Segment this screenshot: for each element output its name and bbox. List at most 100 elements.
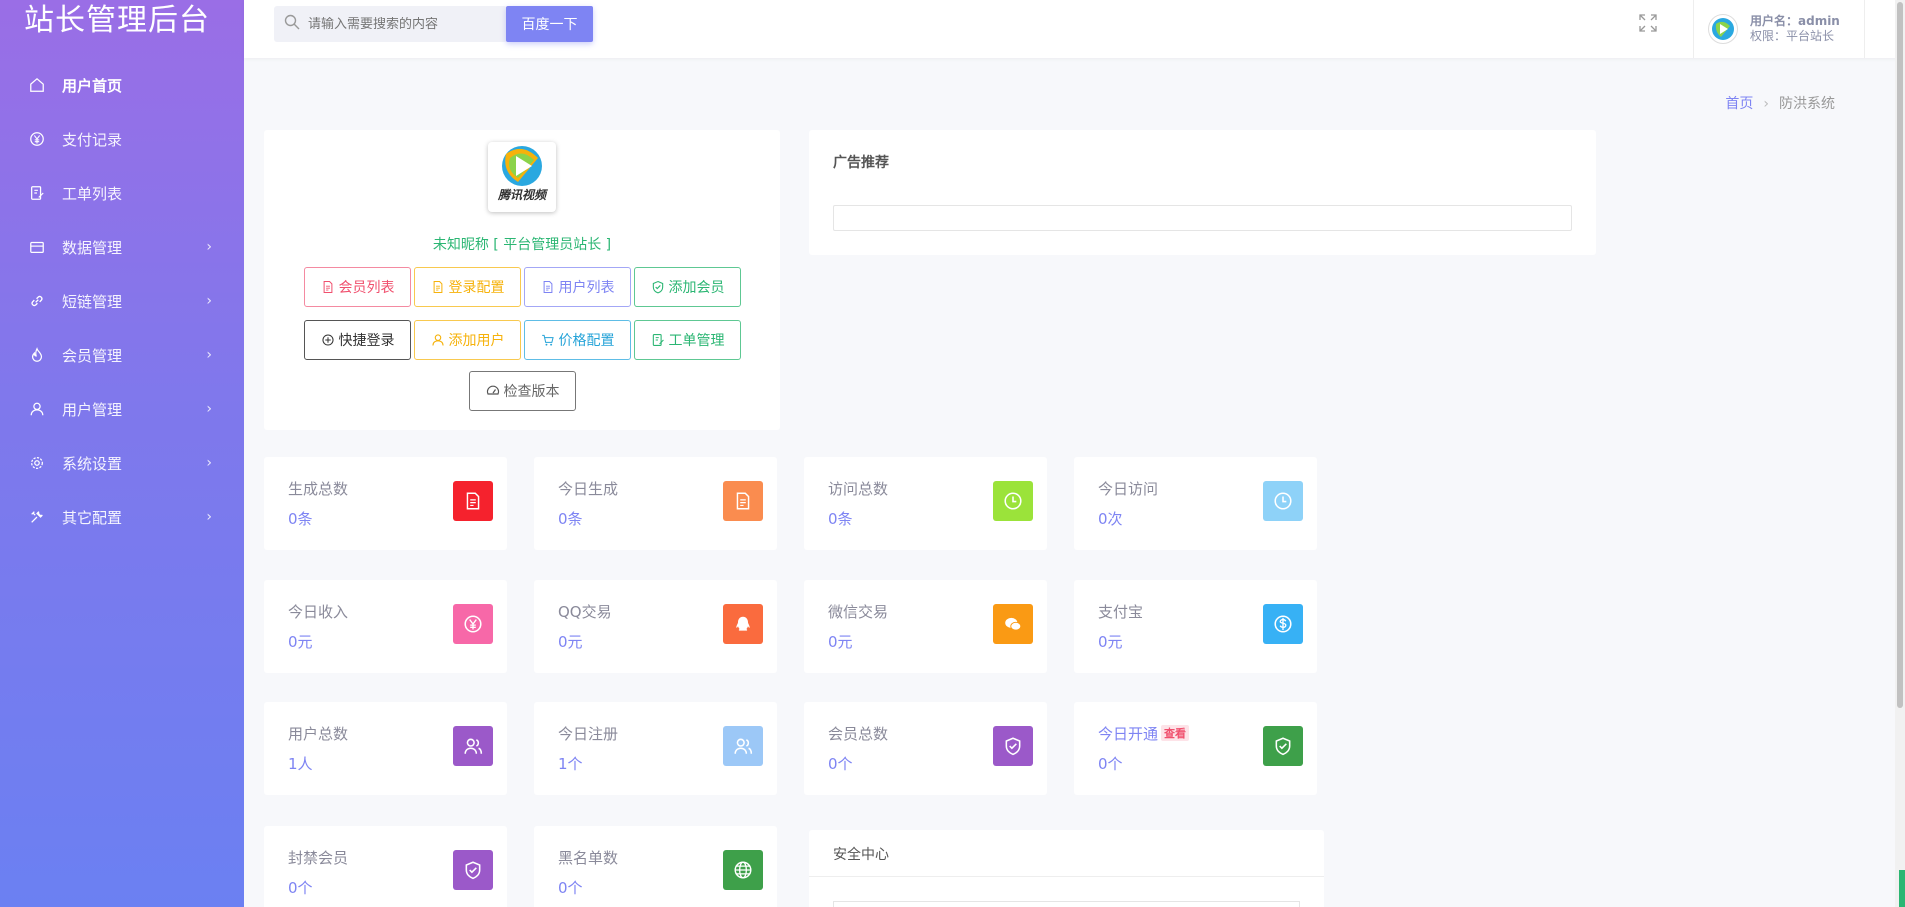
document-icon (723, 481, 763, 521)
stat-card: 封禁会员 0个 (264, 826, 507, 907)
sidebar-item[interactable]: 用户首页 (0, 58, 244, 112)
sidebar-item[interactable]: 工单列表 (0, 166, 244, 220)
site-logo: 腾讯视频 (488, 142, 556, 212)
dollar-circle-icon (1263, 604, 1303, 644)
search-button[interactable]: 百度一下 (506, 6, 593, 42)
sidebar-item[interactable]: 系统设置 › (0, 436, 244, 490)
scrollbar-thumb[interactable] (1897, 2, 1903, 708)
quick-action-button[interactable]: 工单管理 (634, 320, 741, 360)
quick-action-label: 添加用户 (448, 333, 505, 349)
stat-label[interactable]: 今日开通 查看 (1098, 723, 1190, 744)
sidebar-item-label: 短链管理 (62, 292, 123, 311)
quick-action-label: 会员列表 (338, 280, 395, 296)
tools-icon (28, 508, 46, 526)
stat-card: 今日生成 0条 (534, 457, 777, 550)
ad-card: 广告推荐 (809, 130, 1596, 255)
quick-action-label: 快捷登录 (338, 333, 395, 349)
stat-label: 黑名单数 (558, 849, 619, 867)
stat-label: 用户总数 (288, 725, 349, 743)
sidebar-item[interactable]: 会员管理 › (0, 328, 244, 382)
check-version-button[interactable]: 检查版本 (469, 371, 576, 411)
wechat-icon (993, 604, 1033, 644)
sidebar-item-label: 其它配置 (62, 508, 123, 527)
role-text: 权限：平台站长 (1750, 29, 1835, 43)
shield-check-icon (1263, 726, 1303, 766)
quick-action-label: 登录配置 (448, 280, 505, 296)
stat-card: 黑名单数 0个 (534, 826, 777, 907)
stat-card: QQ交易 0元 (534, 580, 777, 673)
shield-check-icon (651, 280, 665, 294)
sidebar-item[interactable]: 支付记录 (0, 112, 244, 166)
stat-value: 0个 (288, 879, 313, 897)
quick-action-button[interactable]: 用户列表 (524, 267, 631, 307)
sidebar-item[interactable]: 用户管理 › (0, 382, 244, 436)
sidebar-item-label: 支付记录 (62, 130, 123, 149)
user-icon (431, 333, 445, 347)
stat-card: 微信交易 0元 (804, 580, 1047, 673)
breadcrumb-current: 防洪系统 (1779, 96, 1835, 112)
sidebar-item-label: 系统设置 (62, 454, 123, 473)
shield-check-icon (993, 726, 1033, 766)
globe-icon (723, 850, 763, 890)
stat-value: 0条 (288, 510, 313, 528)
sidebar-menu: 用户首页 支付记录 工单列表 数据管理 › 短链管理 › 会员管理 › 用户管理 › 系统设置 › 其它配… (0, 58, 244, 544)
stat-card: 用户总数 1人 (264, 702, 507, 795)
fire-icon (28, 346, 46, 364)
quick-action-button[interactable]: 会员列表 (304, 267, 411, 307)
stat-label: 微信交易 (828, 603, 889, 621)
stat-label: 今日访问 (1098, 480, 1159, 498)
security-center-card: 安全中心 (809, 830, 1324, 907)
chevron-right-icon: › (206, 293, 212, 309)
stat-card: 会员总数 0个 (804, 702, 1047, 795)
page-scrollbar[interactable] (1895, 0, 1905, 907)
chevron-right-icon: › (206, 455, 212, 471)
document-icon (431, 280, 445, 294)
yen-circle-icon (453, 604, 493, 644)
stat-value: 0条 (558, 510, 583, 528)
stat-label: QQ交易 (558, 603, 612, 621)
breadcrumb-home[interactable]: 首页 (1725, 96, 1753, 112)
stat-card: 今日收入 0元 (264, 580, 507, 673)
search-box (274, 6, 507, 42)
breadcrumb: 首页 › 防洪系统 (1725, 93, 1835, 113)
home-icon (28, 76, 46, 94)
quick-action-button[interactable]: 添加用户 (414, 320, 521, 360)
quick-action-button[interactable]: 添加会员 (634, 267, 741, 307)
sidebar-item[interactable]: 其它配置 › (0, 490, 244, 544)
fullscreen-icon[interactable] (1637, 12, 1659, 34)
database-icon (28, 238, 46, 256)
chevron-right-icon: › (206, 401, 212, 417)
quick-action-button[interactable]: 价格配置 (524, 320, 631, 360)
view-tag[interactable]: 查看 (1161, 725, 1190, 741)
stat-card: 访问总数 0条 (804, 457, 1047, 550)
top-header: 百度一下 用户名：admin 权限：平台站长 (244, 0, 1905, 58)
stat-value: 0元 (558, 633, 583, 651)
chevron-right-icon: › (206, 239, 212, 255)
chevron-right-icon: › (206, 347, 212, 363)
stat-value: 1人 (288, 755, 313, 773)
stat-card: 今日访问 0次 (1074, 457, 1317, 550)
sidebar-item[interactable]: 数据管理 › (0, 220, 244, 274)
document-icon (541, 280, 555, 294)
sidebar-item-label: 用户管理 (62, 400, 123, 419)
search-input[interactable] (308, 16, 488, 32)
stat-value: 0元 (288, 633, 313, 651)
security-content-box (833, 901, 1300, 907)
breadcrumb-separator: › (1763, 96, 1769, 112)
quick-actions: 会员列表 登录配置 用户列表 添加会员快捷登录 添加用户 价格配置 工单管理 (304, 267, 741, 360)
stat-label: 今日收入 (288, 603, 349, 621)
quick-action-button[interactable]: 登录配置 (414, 267, 521, 307)
stat-value: 1个 (558, 755, 583, 773)
stat-value: 0个 (1098, 755, 1123, 773)
clock-icon (1263, 481, 1303, 521)
user-info[interactable]: 用户名：admin 权限：平台站长 (1693, 0, 1865, 58)
stat-label: 今日注册 (558, 725, 619, 743)
ticket-edit-icon (651, 333, 665, 347)
stat-label: 生成总数 (288, 480, 349, 498)
sidebar-item-label: 用户首页 (62, 76, 123, 95)
quick-action-button[interactable]: 快捷登录 (304, 320, 411, 360)
corner-badge (1899, 870, 1905, 907)
sidebar-item[interactable]: 短链管理 › (0, 274, 244, 328)
divider (809, 876, 1324, 877)
quick-action-label: 用户列表 (558, 280, 615, 296)
